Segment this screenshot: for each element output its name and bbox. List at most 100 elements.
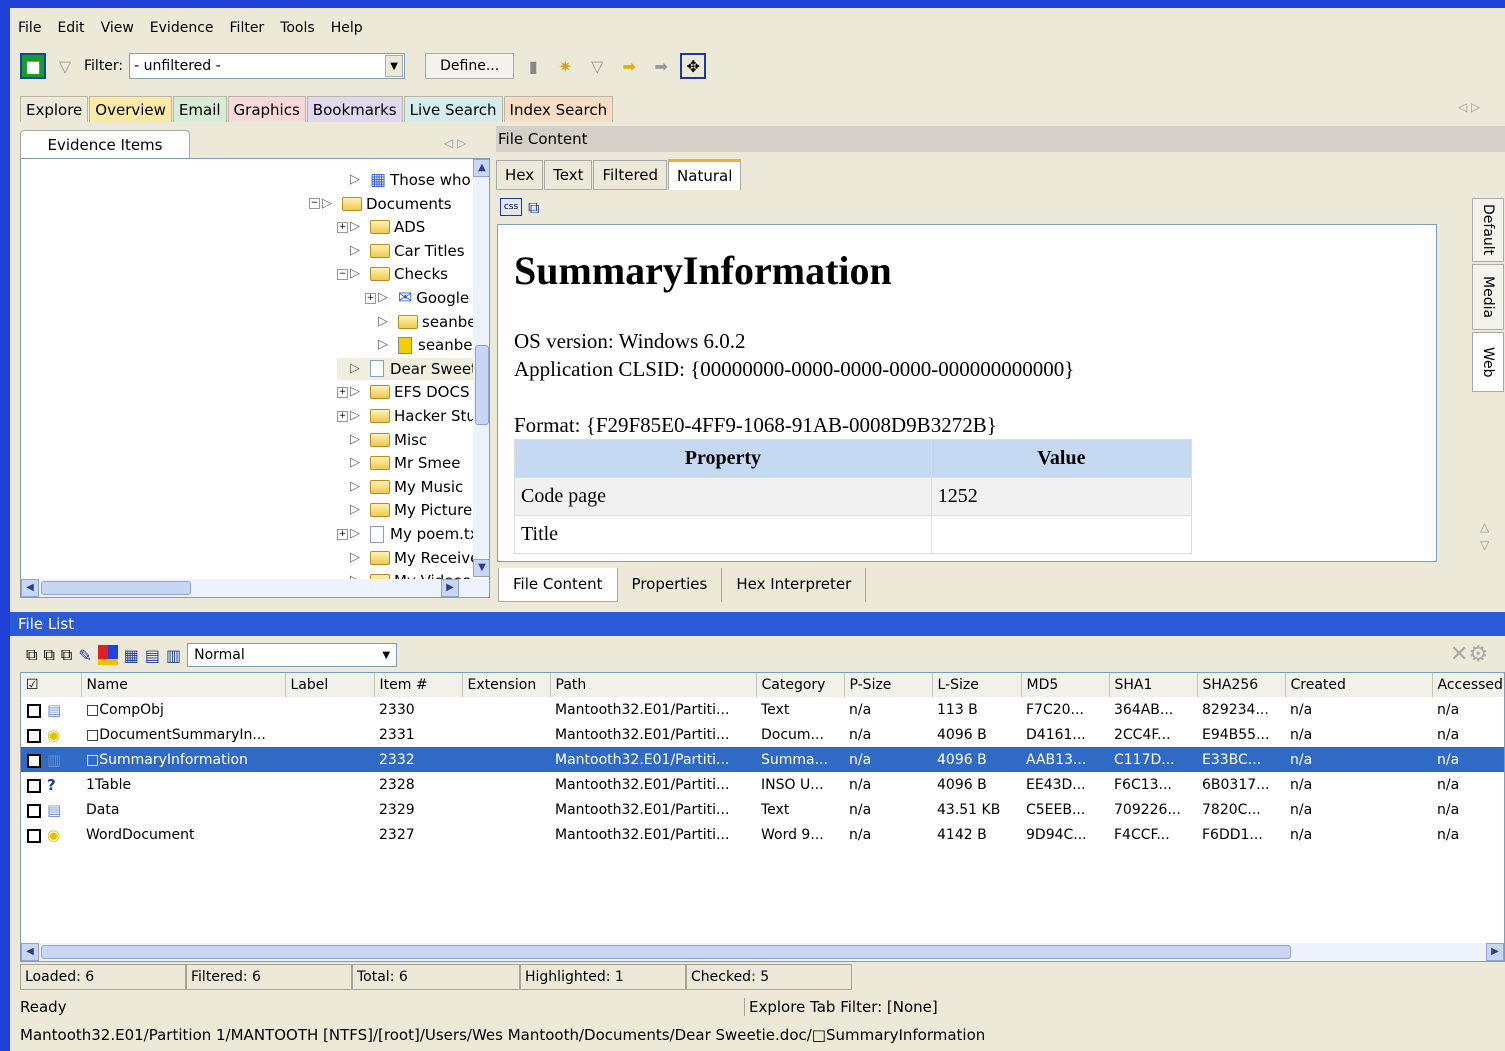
- column-label[interactable]: Label: [285, 673, 375, 697]
- menu-filter[interactable]: Filter: [222, 16, 273, 38]
- column-item-[interactable]: Item #: [374, 673, 463, 697]
- filter-edit-icon[interactable]: ▽: [584, 53, 610, 79]
- viewer-tab-text[interactable]: Text: [544, 160, 593, 190]
- tree-item[interactable]: + ▷ Hacker Stuff: [337, 405, 486, 427]
- tree-item[interactable]: + ▷ ADS: [337, 216, 425, 238]
- tree-item[interactable]: ▷▦Those who owes.xl:: [337, 169, 489, 191]
- expand-icon[interactable]: +: [337, 410, 348, 422]
- column-sha1[interactable]: SHA1: [1109, 673, 1198, 697]
- view-mode-select[interactable]: Normal ▼: [187, 643, 398, 667]
- collapse-icon[interactable]: −: [337, 268, 348, 280]
- tree-item[interactable]: − ▷ Documents: [309, 193, 452, 215]
- tab-index-search[interactable]: Index Search: [503, 96, 614, 122]
- bottom-tab-file-content[interactable]: File Content: [498, 568, 618, 602]
- row-checkbox[interactable]: [27, 753, 41, 768]
- tree-item[interactable]: + ▷ My poem.txt: [337, 523, 485, 545]
- table-row[interactable]: ▥ □SummaryInformation 2332 Mantooth32.E01/P…: [21, 747, 1504, 772]
- define-filter-button[interactable]: Define...: [425, 53, 515, 79]
- filter-import-icon[interactable]: ➡: [616, 53, 642, 79]
- tab-explore[interactable]: Explore: [20, 96, 89, 122]
- check-all-icon[interactable]: ⧉: [26, 645, 37, 665]
- popout-icon[interactable]: ⧉: [528, 198, 539, 218]
- move-icon[interactable]: ✥: [680, 53, 707, 79]
- column-created[interactable]: Created: [1285, 673, 1433, 697]
- expand-icon[interactable]: +: [337, 528, 348, 540]
- menu-help[interactable]: Help: [323, 16, 371, 38]
- tree-hscroll[interactable]: ◀ ▶: [21, 579, 489, 597]
- column-category[interactable]: Category: [756, 673, 845, 697]
- add-evidence-icon[interactable]: ■: [20, 53, 46, 79]
- tab-email[interactable]: Email: [172, 96, 227, 122]
- tree-item[interactable]: ▷ My Pictures: [337, 499, 480, 521]
- hscroll-thumb[interactable]: [41, 945, 1291, 959]
- tree-item[interactable]: − ▷ Checks: [337, 263, 448, 285]
- row-checkbox[interactable]: [27, 828, 41, 843]
- tree-item[interactable]: ▷ My Music: [337, 476, 463, 498]
- row-checkbox[interactable]: [27, 778, 41, 793]
- evidence-scroll-arrows-icon[interactable]: ◁ ▷: [444, 136, 466, 150]
- bottom-tab-hex-interpreter[interactable]: Hex Interpreter: [722, 568, 867, 602]
- tab-live-search[interactable]: Live Search: [403, 96, 503, 122]
- viewer-tab-hex[interactable]: Hex: [496, 160, 544, 190]
- table-row[interactable]: ◉ □DocumentSummaryIn... 2331 Mantooth32.E01…: [21, 722, 1504, 747]
- menu-file[interactable]: File: [10, 16, 49, 38]
- select-all-checkbox[interactable]: ☑: [21, 673, 82, 697]
- row-checkbox[interactable]: [27, 803, 41, 818]
- list-hscroll[interactable]: ◀ ▶: [21, 943, 1504, 961]
- chevron-down-icon[interactable]: ▼: [382, 650, 390, 661]
- trash-icon[interactable]: ▮: [520, 53, 546, 79]
- close-list-icon[interactable]: ✕⚙: [1450, 642, 1488, 667]
- table-row[interactable]: ? 1Table 2328 Mantooth32.E01/Partiti... INSO…: [21, 772, 1504, 797]
- evidence-tab[interactable]: Evidence Items: [20, 130, 190, 158]
- filter-select[interactable]: - unfiltered - ▼: [129, 53, 406, 79]
- column-sha256[interactable]: SHA256: [1197, 673, 1286, 697]
- menu-evidence[interactable]: Evidence: [142, 16, 222, 38]
- pen-icon[interactable]: ✎: [78, 646, 91, 665]
- tab-scroll-arrows-icon[interactable]: ◁ ▷: [1458, 100, 1480, 114]
- bottom-tab-properties[interactable]: Properties: [618, 568, 723, 602]
- chevron-down-icon[interactable]: ▼: [385, 55, 404, 77]
- scroll-right-icon[interactable]: ▶: [1486, 943, 1504, 961]
- tab-graphics[interactable]: Graphics: [227, 96, 306, 122]
- tree-item[interactable]: ▷seanbefore: [365, 311, 489, 333]
- menu-view[interactable]: View: [93, 16, 142, 38]
- expand-icon[interactable]: +: [365, 292, 376, 304]
- expand-icon[interactable]: +: [337, 386, 348, 398]
- column-path[interactable]: Path: [550, 673, 757, 697]
- hscroll-thumb[interactable]: [41, 581, 191, 595]
- columns-icon[interactable]: ▥: [166, 646, 181, 665]
- side-scroll-arrows-icon[interactable]: △ ▽: [1480, 518, 1489, 554]
- column-name[interactable]: Name: [81, 673, 286, 697]
- tree-item[interactable]: ▷ Car Titles: [337, 240, 465, 262]
- tree-item[interactable]: ▷My Received Files: [337, 547, 489, 569]
- row-checkbox[interactable]: [27, 728, 41, 743]
- column-accessed[interactable]: Accessed: [1432, 673, 1504, 697]
- tree-item[interactable]: ▷ Mr Smee: [337, 452, 460, 474]
- scroll-down-icon[interactable]: ▼: [473, 559, 489, 577]
- scroll-left-icon[interactable]: ◀: [21, 579, 39, 597]
- side-tab-default[interactable]: Default: [1472, 198, 1504, 262]
- tab-overview[interactable]: Overview: [89, 96, 172, 122]
- tab-bookmarks[interactable]: Bookmarks: [306, 96, 403, 122]
- side-tab-media[interactable]: Media: [1472, 264, 1504, 330]
- tree-vscroll[interactable]: ▲ ▼: [473, 159, 489, 577]
- tree-item[interactable]: +▷✉Google Image R: [365, 287, 489, 309]
- scroll-thumb[interactable]: [475, 345, 489, 425]
- menu-edit[interactable]: Edit: [49, 16, 92, 38]
- css-icon[interactable]: css: [500, 198, 522, 216]
- table-row[interactable]: ▤ □CompObj 2330 Mantooth32.E01/Partiti... Te…: [21, 697, 1504, 722]
- column-p-size[interactable]: P-Size: [844, 673, 933, 697]
- calendar-icon[interactable]: ▦: [124, 646, 139, 665]
- color-columns-icon[interactable]: [97, 645, 118, 665]
- expand-icon[interactable]: +: [337, 221, 348, 233]
- side-tab-web[interactable]: Web: [1472, 332, 1504, 392]
- viewer-tab-filtered[interactable]: Filtered: [593, 160, 668, 190]
- viewer-tab-natural[interactable]: Natural: [668, 159, 742, 190]
- scroll-up-icon[interactable]: ▲: [473, 159, 489, 177]
- collapse-icon[interactable]: −: [309, 198, 320, 210]
- row-checkbox[interactable]: [27, 703, 41, 718]
- scroll-left-icon[interactable]: ◀: [21, 943, 39, 961]
- table-row[interactable]: ◉ WordDocument 2327 Mantooth32.E01/Partiti.…: [21, 822, 1504, 847]
- tree-item[interactable]: ▷seanbefore.zip: [365, 334, 489, 356]
- column-extension[interactable]: Extension: [462, 673, 551, 697]
